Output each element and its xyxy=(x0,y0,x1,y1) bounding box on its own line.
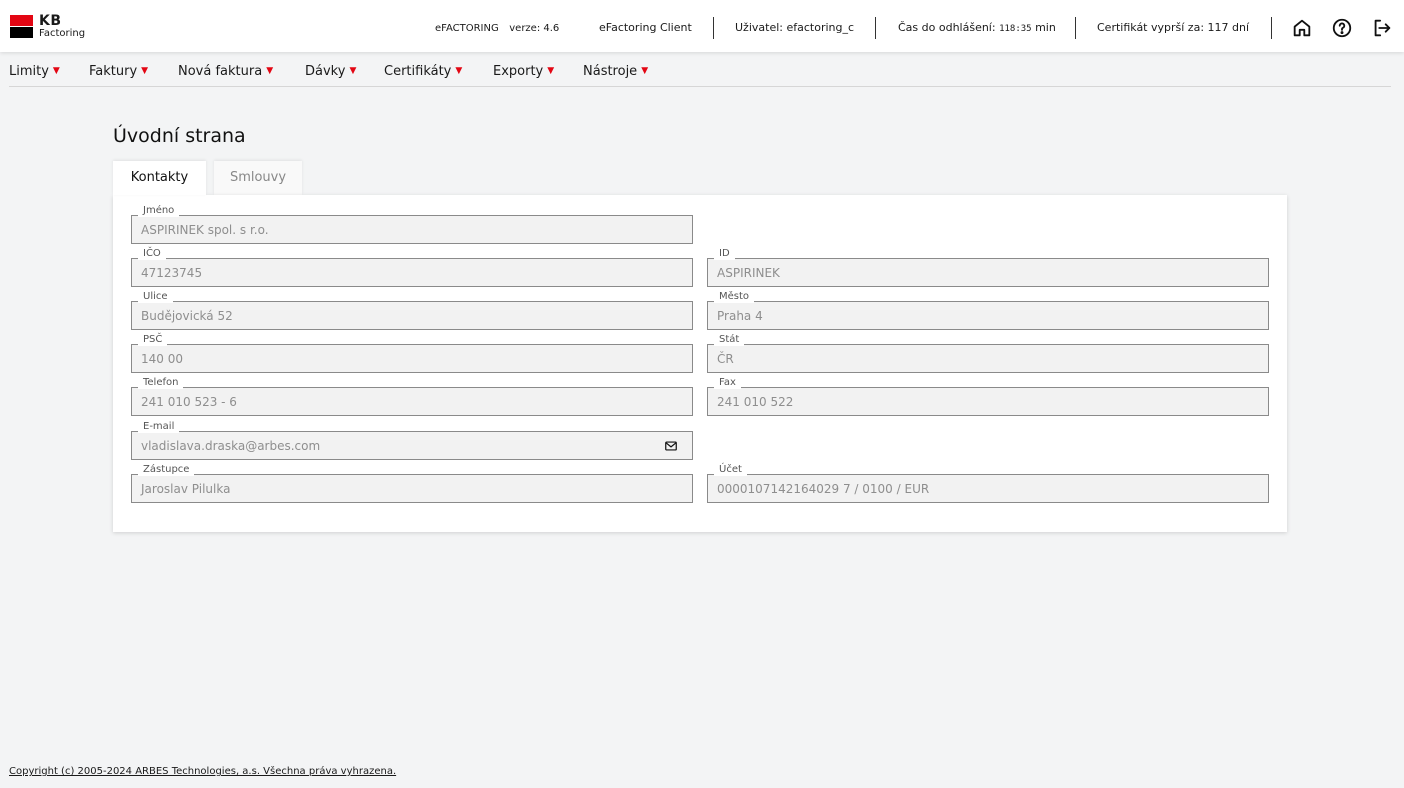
nav-item-nova-faktura[interactable]: Nová faktura ▼ xyxy=(178,63,273,80)
chevron-down-icon: ▼ xyxy=(52,66,60,76)
nav-item-label: Dávky xyxy=(305,64,346,79)
name-field[interactable]: Jméno ASPIRINEK spol. s r.o. xyxy=(131,205,693,244)
tab-smlouvy[interactable]: Smlouvy xyxy=(214,161,302,195)
logout-timer-label: Čas do odhlášení: xyxy=(898,21,996,34)
id-field-label: ID xyxy=(714,248,735,260)
phone-field-label: Telefon xyxy=(138,377,184,389)
chevron-down-icon: ▼ xyxy=(349,66,357,76)
country-field-label: Stát xyxy=(714,334,745,346)
certificate-expiry: Certifikát vyprší za: 117 dní xyxy=(1097,21,1250,34)
logout-timer-unit: min xyxy=(1035,21,1056,34)
contacts-panel: Jméno ASPIRINEK spol. s r.o. IČO 4712374… xyxy=(113,195,1287,532)
app-name: eFACTORING xyxy=(435,23,499,34)
account-field-value: 0000107142164029 7 / 0100 / EUR xyxy=(717,482,930,496)
street-field-label: Ulice xyxy=(138,291,173,303)
nav-item-label: Faktury xyxy=(89,64,138,79)
logo-subtext: Factoring xyxy=(39,28,86,39)
top-bar: KB Factoring eFACTORING verze: 4.6 eFact… xyxy=(0,0,1404,52)
fax-field-label: Fax xyxy=(714,377,741,389)
nav-item-label: Certifikáty xyxy=(384,64,452,79)
email-field-value: vladislava.draska@arbes.com xyxy=(141,439,321,453)
tab-kontakty[interactable]: Kontakty xyxy=(113,161,206,195)
nav-item-limity[interactable]: Limity ▼ xyxy=(9,63,60,80)
representative-field[interactable]: Zástupce Jaroslav Pilulka xyxy=(131,464,693,503)
logout-icon[interactable] xyxy=(1371,17,1393,39)
postal-code-field-value: 140 00 xyxy=(141,352,183,366)
street-field-value: Budějovická 52 xyxy=(141,309,233,323)
app-version-number: verze: 4.6 xyxy=(509,23,560,34)
ico-field-label: IČO xyxy=(138,248,166,260)
country-field-value: ČR xyxy=(717,352,734,366)
chevron-down-icon: ▼ xyxy=(266,66,274,76)
footer-copyright-link[interactable]: Copyright (c) 2005-2024 ARBES Technologi… xyxy=(9,766,396,778)
chevron-down-icon: ▼ xyxy=(455,66,463,76)
header-divider xyxy=(1271,17,1272,39)
help-icon[interactable] xyxy=(1331,17,1353,39)
header-divider xyxy=(875,17,876,39)
chevron-down-icon: ▼ xyxy=(641,66,649,76)
name-field-label: Jméno xyxy=(138,205,180,217)
email-field-label: E-mail xyxy=(138,421,180,433)
header-divider xyxy=(713,17,714,39)
logo-text: KB xyxy=(39,13,62,29)
kb-factoring-logo[interactable]: KB Factoring xyxy=(10,14,100,40)
fax-field-value: 241 010 522 xyxy=(717,395,794,409)
phone-field-value: 241 010 523 - 6 xyxy=(141,395,237,409)
chevron-down-icon: ▼ xyxy=(547,66,555,76)
phone-field[interactable]: Telefon 241 010 523 - 6 xyxy=(131,377,693,416)
nav-item-label: Nástroje xyxy=(583,64,638,79)
postal-code-field-label: PSČ xyxy=(138,334,168,346)
nav-item-faktury[interactable]: Faktury ▼ xyxy=(89,63,148,80)
ico-field-value: 47123745 xyxy=(141,266,203,280)
mail-icon[interactable] xyxy=(664,439,678,453)
name-field-value: ASPIRINEK spol. s r.o. xyxy=(141,223,269,237)
ico-field[interactable]: IČO 47123745 xyxy=(131,248,693,287)
page-title: Úvodní strana xyxy=(113,125,246,147)
country-field[interactable]: Stát ČR xyxy=(707,334,1269,373)
id-field-value: ASPIRINEK xyxy=(717,266,780,280)
city-field[interactable]: Město Praha 4 xyxy=(707,291,1269,330)
representative-field-label: Zástupce xyxy=(138,464,195,476)
logout-timer-value: 118:35 xyxy=(999,24,1032,34)
nav-item-nastroje[interactable]: Nástroje ▼ xyxy=(583,63,648,80)
account-field-label: Účet xyxy=(714,464,747,476)
logout-timer: Čas do odhlášení: 118:35 min xyxy=(898,21,1056,36)
nav-item-label: Limity xyxy=(9,64,49,79)
city-field-label: Město xyxy=(714,291,755,303)
nav-item-davky[interactable]: Dávky ▼ xyxy=(305,63,356,80)
nav-divider xyxy=(9,86,1391,87)
chevron-down-icon: ▼ xyxy=(141,66,149,76)
city-field-value: Praha 4 xyxy=(717,309,763,323)
street-field[interactable]: Ulice Budějovická 52 xyxy=(131,291,693,330)
nav-item-exporty[interactable]: Exporty ▼ xyxy=(493,63,554,80)
account-field[interactable]: Účet 0000107142164029 7 / 0100 / EUR xyxy=(707,464,1269,503)
email-field[interactable]: E-mail vladislava.draska@arbes.com xyxy=(131,421,693,460)
nav-item-certifikaty[interactable]: Certifikáty ▼ xyxy=(384,63,462,80)
app-version: eFACTORING verze: 4.6 xyxy=(435,21,559,36)
nav-item-label: Exporty xyxy=(493,64,544,79)
representative-field-value: Jaroslav Pilulka xyxy=(141,482,231,496)
user-label: Uživatel: efactoring_c xyxy=(735,21,855,34)
header-divider xyxy=(1075,17,1076,39)
fax-field[interactable]: Fax 241 010 522 xyxy=(707,377,1269,416)
postal-code-field[interactable]: PSČ 140 00 xyxy=(131,334,693,373)
client-label: eFactoring Client xyxy=(599,21,692,34)
kb-logo-icon xyxy=(10,15,33,38)
nav-item-label: Nová faktura xyxy=(178,64,263,79)
id-field[interactable]: ID ASPIRINEK xyxy=(707,248,1269,287)
home-icon[interactable] xyxy=(1291,17,1313,39)
